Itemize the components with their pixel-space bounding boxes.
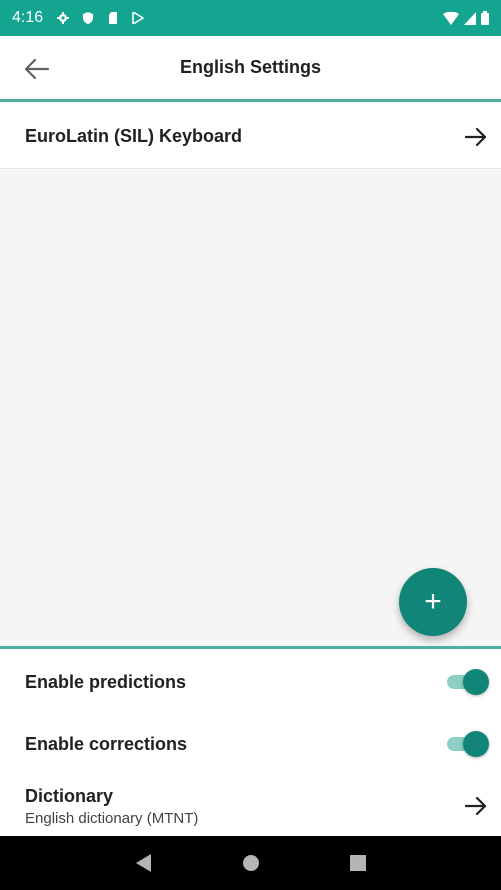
setting-row-corrections: Enable corrections — [0, 714, 501, 774]
play-store-icon — [132, 12, 145, 24]
toolbar: English Settings — [0, 36, 501, 102]
setting-row-dictionary[interactable]: Dictionary English dictionary (MTNT) — [0, 776, 501, 836]
recents-square-icon[interactable] — [346, 851, 370, 875]
predictions-toggle[interactable] — [447, 669, 489, 695]
navigation-bar — [0, 836, 501, 890]
add-keyboard-button[interactable]: + — [399, 568, 467, 636]
status-icons-right — [443, 11, 489, 25]
status-icons-left — [57, 12, 145, 24]
keyboard-label: EuroLatin (SIL) Keyboard — [25, 126, 243, 146]
section-divider — [0, 646, 501, 649]
predictions-label: Enable predictions — [25, 671, 187, 692]
battery-icon — [481, 11, 489, 25]
arrow-back-icon[interactable] — [24, 58, 50, 80]
dictionary-value: English dictionary (MTNT) — [25, 809, 199, 827]
page-title: English Settings — [179, 57, 321, 77]
status-bar: 4:16 — [0, 0, 501, 36]
shield-icon — [83, 12, 94, 24]
wifi-icon — [443, 11, 459, 25]
back-triangle-icon[interactable] — [132, 851, 156, 875]
settings-screen: 4:16 English Settings EuroLatin (SIL) Ke… — [0, 0, 501, 890]
corrections-toggle[interactable] — [447, 731, 489, 757]
sd-card-icon — [109, 12, 118, 24]
setting-row-predictions: Enable predictions — [0, 652, 501, 712]
gear-icon — [57, 12, 70, 24]
dictionary-label: Dictionary — [25, 785, 114, 806]
toggle-thumb — [463, 731, 489, 757]
dictionary-texts: Dictionary English dictionary (MTNT) — [25, 786, 198, 827]
arrow-forward-icon — [465, 796, 487, 816]
home-circle-icon[interactable] — [239, 851, 263, 875]
corrections-label: Enable corrections — [25, 733, 188, 754]
toggle-thumb — [463, 669, 489, 695]
status-time: 4:16 — [12, 9, 44, 26]
arrow-forward-icon — [465, 127, 487, 146]
signal-icon — [464, 11, 476, 25]
keyboard-list-item[interactable]: EuroLatin (SIL) Keyboard — [0, 105, 501, 169]
plus-icon: + — [424, 585, 442, 618]
